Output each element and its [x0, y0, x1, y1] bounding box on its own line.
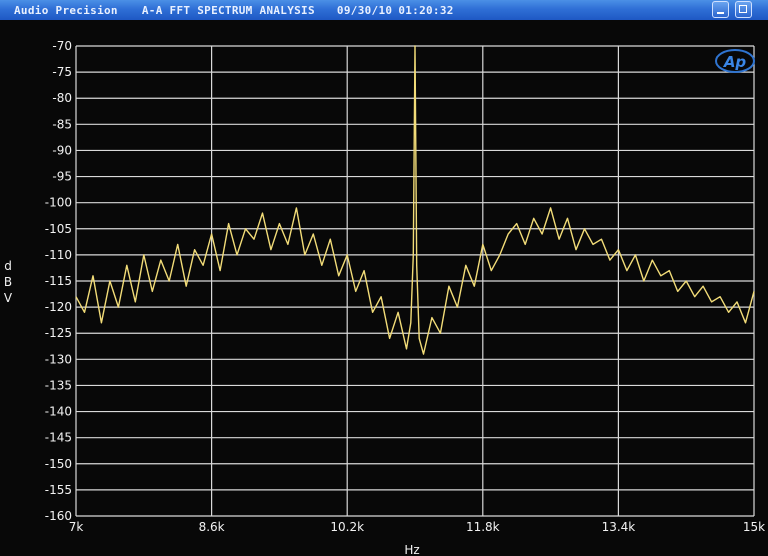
y-axis-label: d B V — [4, 259, 13, 305]
fft-spectrum-chart: -70 -75 -80 -85 -90 -95 -100 -105 -110 -115 -120 -1… — [4, 39, 765, 556]
spectrum-line — [75, 45, 755, 355]
x-tick-label: 15k — [743, 520, 765, 534]
x-tick-label: 10.2k — [330, 520, 364, 534]
y-tick-label: -140 — [45, 405, 72, 419]
x-tick-label: 7k — [69, 520, 84, 534]
y-tick-label: -105 — [45, 222, 72, 236]
y-tick-label: -130 — [45, 352, 72, 366]
y-tick-label: -75 — [52, 65, 72, 79]
y-tick-label: -95 — [52, 170, 72, 184]
x-tick-labels: 7k 8.6k 10.2k 11.8k 13.4k 15k — [69, 520, 765, 534]
y-tick-label: -125 — [45, 326, 72, 340]
y-tick-label: -70 — [52, 39, 72, 53]
y-tick-label: -80 — [52, 91, 72, 105]
y-tick-label: -120 — [45, 300, 72, 314]
app-window: Audio Precision A-A FFT SPECTRUM ANALYSI… — [0, 0, 768, 556]
x-axis-label: Hz — [404, 543, 419, 556]
y-tick-label: -145 — [45, 431, 72, 445]
y-tick-label: -150 — [45, 457, 72, 471]
x-tick-label: 8.6k — [199, 520, 225, 534]
y-tick-label: -155 — [45, 483, 72, 497]
y-tick-label: -115 — [45, 274, 72, 288]
x-tick-label: 13.4k — [602, 520, 636, 534]
y-tick-labels: -70 -75 -80 -85 -90 -95 -100 -105 -110 -115 -120 -1… — [45, 39, 72, 523]
ap-logo-text: Ap — [723, 53, 747, 71]
y-tick-label: -100 — [45, 196, 72, 210]
y-tick-label: -135 — [45, 378, 72, 392]
spectrum-trace — [75, 45, 755, 355]
y-axis-label-b: B — [4, 275, 12, 289]
ap-logo: Ap — [715, 49, 755, 73]
x-tick-label: 11.8k — [466, 520, 500, 534]
y-tick-label: -85 — [52, 117, 72, 131]
y-tick-label: -110 — [45, 248, 72, 262]
y-axis-label-v: V — [4, 291, 13, 305]
y-tick-label: -90 — [52, 143, 72, 157]
y-axis-label-d: d — [4, 259, 12, 273]
